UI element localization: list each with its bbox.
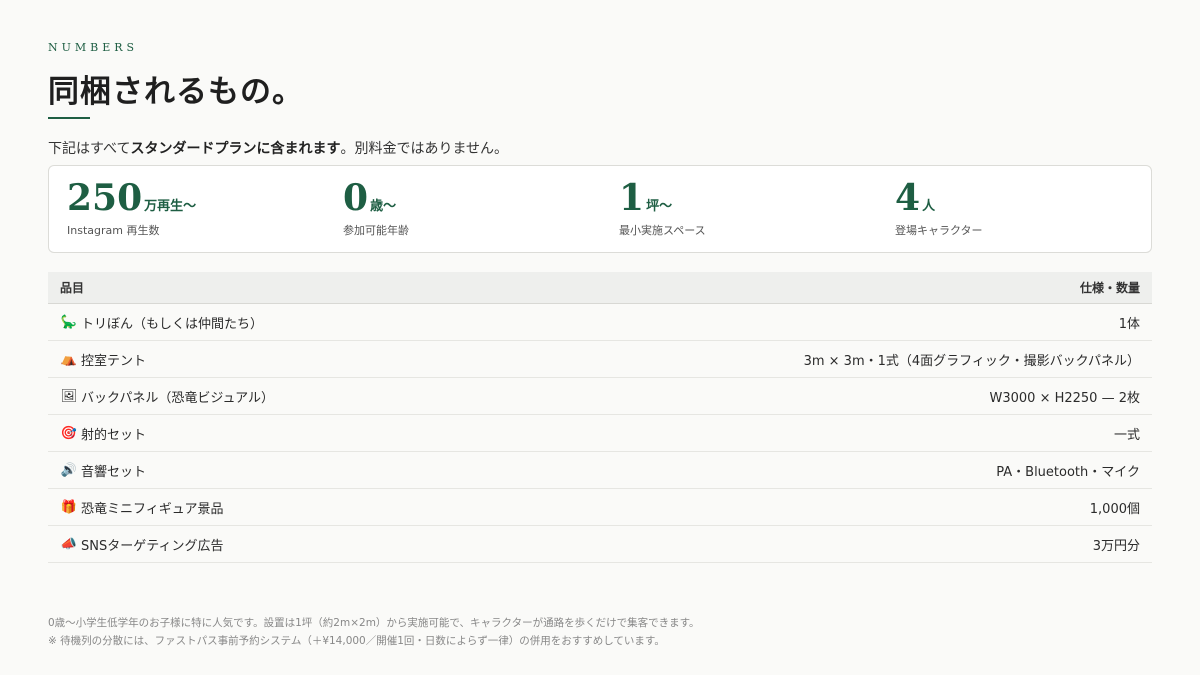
- table-header: 品目 仕様・数量: [48, 272, 1152, 304]
- speaker-icon: 🔊: [60, 462, 78, 478]
- item-spec: 3m × 3m・1式（4面グラフィック・撮影バックパネル）: [803, 353, 1140, 369]
- footnotes: 0歳〜小学生低学年のお子様に特に人気です。設置は1坪（約2m×2m）から実施可能…: [48, 614, 700, 650]
- footnote: 0歳〜小学生低学年のお子様に特に人気です。設置は1坪（約2m×2m）から実施可能…: [48, 617, 700, 629]
- item-spec: W3000 × H2250 — 2枚: [989, 390, 1141, 406]
- item-spec: PA・Bluetooth・マイク: [996, 464, 1140, 480]
- row-item: 🎁 恐竜ミニフィギュア景品: [60, 498, 224, 517]
- stat-value: 250: [67, 177, 143, 219]
- table-row: 🦕 トリぼん（もしくは仲間たち） 1体: [48, 304, 1152, 341]
- table-body: 🦕 トリぼん（もしくは仲間たち） 1体 ⛺ 控室テント 3m × 3m・1式（4面グラフィ…: [48, 304, 1152, 563]
- stat-space: 1 坪〜 最小実施スペース: [619, 178, 706, 238]
- tent-icon: ⛺: [60, 351, 78, 367]
- megaphone-icon: 📣: [60, 536, 78, 552]
- stat-value: 1: [619, 177, 645, 219]
- stat-views: 250 万再生〜 Instagram 再生数: [67, 178, 196, 238]
- target-icon: 🎯: [60, 425, 78, 441]
- row-item: 📣 SNSターゲティング広告: [60, 535, 224, 554]
- lead-text: 下記はすべてスタンダードプランに含まれます。別料金ではありません。: [48, 138, 508, 158]
- footnote: ※ 待機列の分散には、ファストパス事前予約システム（＋¥14,000／開催1回・…: [48, 635, 665, 647]
- row-item: 🦕 トリぼん（もしくは仲間たち）: [60, 313, 263, 332]
- item-name: 射的セット: [81, 427, 147, 443]
- section-eyebrow: NUMBERS: [48, 41, 139, 54]
- stat-value: 4: [895, 177, 921, 219]
- row-item: 🔊 音響セット: [60, 461, 146, 480]
- row-item: ⛺ 控室テント: [60, 350, 146, 369]
- stat-label: 参加可能年齢: [343, 224, 409, 237]
- stat-unit: 人: [922, 199, 936, 214]
- table-row: 🖼 バックパネル（恐竜ビジュアル） W3000 × H2250 — 2枚: [48, 378, 1152, 415]
- stat-unit: 万再生〜: [144, 199, 197, 214]
- item-name: 控室テント: [81, 353, 147, 369]
- picture-icon: 🖼: [60, 388, 78, 404]
- items-table: 品目 仕様・数量 🦕 トリぼん（もしくは仲間たち） 1体 ⛺ 控室テント 3m × 3m・…: [48, 272, 1152, 563]
- item-name: 恐竜ミニフィギュア景品: [81, 501, 224, 517]
- header-item: 品目: [60, 281, 85, 295]
- item-spec: 3万円分: [1092, 538, 1140, 554]
- table-row: 🔊 音響セット PA・Bluetooth・マイク: [48, 452, 1152, 489]
- stat-unit: 歳〜: [370, 199, 397, 214]
- stat-value: 0: [343, 177, 369, 219]
- header-spec: 仕様・数量: [1079, 281, 1140, 295]
- item-name: 音響セット: [81, 464, 147, 480]
- table-row: 📣 SNSターゲティング広告 3万円分: [48, 526, 1152, 563]
- item-name: SNSターゲティング広告: [81, 538, 224, 554]
- row-item: 🎯 射的セット: [60, 424, 146, 443]
- stat-label: 登場キャラクター: [895, 224, 983, 237]
- item-spec: 一式: [1113, 427, 1140, 443]
- dinosaur-icon: 🦕: [60, 314, 78, 330]
- stat-unit: 坪〜: [646, 199, 673, 214]
- item-name: バックパネル（恐竜ビジュアル）: [81, 390, 275, 406]
- lead-suffix: 。別料金ではありません。: [340, 141, 509, 157]
- item-name: トリぼん（もしくは仲間たち）: [81, 316, 264, 332]
- item-spec: 1体: [1118, 316, 1140, 332]
- item-spec: 1,000個: [1089, 501, 1140, 517]
- stat-label: 最小実施スペース: [619, 224, 706, 237]
- gift-icon: 🎁: [60, 499, 78, 515]
- table-row: 🎯 射的セット 一式: [48, 415, 1152, 452]
- row-item: 🖼 バックパネル（恐竜ビジュアル）: [60, 387, 274, 406]
- stat-label: Instagram 再生数: [67, 224, 160, 237]
- lead-prefix: 下記はすべて: [48, 141, 131, 157]
- stat-age: 0 歳〜 参加可能年齢: [343, 178, 409, 238]
- title-underline: [48, 117, 90, 119]
- stat-characters: 4人 登場キャラクター: [895, 178, 983, 238]
- table-row: 🎁 恐竜ミニフィギュア景品 1,000個: [48, 489, 1152, 526]
- stats-card: 250 万再生〜 Instagram 再生数 0 歳〜 参加可能年齢 1 坪〜 最小実…: [48, 165, 1152, 253]
- lead-bold: スタンダードプランに含まれます: [130, 141, 341, 157]
- table-row: ⛺ 控室テント 3m × 3m・1式（4面グラフィック・撮影バックパネル）: [48, 341, 1152, 378]
- page-title: 同梱されるもの。: [48, 74, 304, 110]
